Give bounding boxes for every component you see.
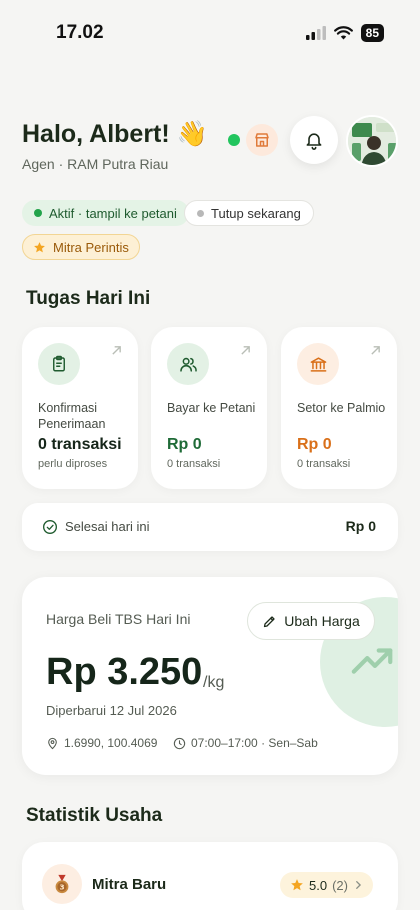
edit-price-label: Ubah Harga [284, 613, 360, 629]
stats-section-title: Statistik Usaha [26, 805, 163, 826]
task-value: Rp 0 [167, 436, 202, 453]
done-today-value: Rp 0 [345, 518, 376, 534]
clipboard-icon [53, 355, 65, 372]
hours-meta: 07:00–17:00 · Sen–Sab [173, 736, 318, 750]
task-subtext: perlu diproses [38, 458, 108, 470]
clock-icon [173, 737, 186, 749]
signal-icon [305, 26, 326, 40]
medal-icon: 3 [55, 874, 69, 894]
star-icon [291, 879, 303, 891]
active-status-label: Aktif · tampil ke petani [49, 205, 177, 221]
tasks-section-title: Tugas Hari Ini [26, 288, 151, 309]
rating-badge[interactable]: 5.0 (2) [280, 872, 373, 898]
agent-subtitle: Agen · RAM Putra Riau [22, 156, 169, 172]
location-coords: 1.6990, 100.4069 [64, 736, 158, 750]
partner-level-label: Mitra Baru [92, 876, 167, 893]
notification-button[interactable] [290, 116, 338, 164]
mitra-badge-label: Mitra Perintis [53, 239, 129, 255]
medal-icon-wrap: 3 [42, 864, 82, 904]
task-value: Rp 0 [297, 436, 332, 453]
task-subtext: 0 transaksi [297, 458, 351, 470]
task-value: 0 transaksi [38, 436, 122, 453]
online-status-dot [228, 134, 240, 146]
done-today-row[interactable]: Selesai hari ini Rp 0 [22, 503, 398, 551]
greeting-title: Halo, Albert! 👋 [22, 120, 208, 148]
task-subtext: 0 transaksi [167, 458, 221, 470]
task-icon-wrap [167, 343, 209, 385]
partner-level-card[interactable]: 3 Mitra Baru 5.0 (2) [22, 842, 398, 910]
wifi-icon [333, 26, 353, 40]
edit-price-button[interactable]: Ubah Harga [247, 602, 375, 640]
location-pin-icon [48, 737, 57, 749]
arrow-up-right-icon [371, 346, 380, 355]
profile-avatar[interactable] [346, 115, 398, 167]
price-updated: Diperbarui 12 Jul 2026 [46, 703, 177, 718]
rating-value: 5.0 [309, 877, 328, 893]
done-today-label: Selesai hari ini [65, 519, 150, 534]
status-time: 17.02 [56, 22, 104, 43]
chevron-right-icon [356, 881, 361, 889]
task-label: Konfirmasi Penerimaan [38, 401, 106, 431]
status-icons: 85 [305, 24, 384, 42]
pencil-icon [264, 615, 275, 627]
bank-icon [310, 356, 326, 372]
active-dot [34, 209, 42, 217]
task-label: Setor ke Palmio [297, 401, 386, 415]
battery-indicator: 85 [360, 24, 384, 42]
task-card-pay-farmer[interactable]: Bayar ke Petani Rp 0 0 transaksi [151, 327, 267, 489]
avatar-image [348, 117, 396, 165]
task-card-confirm[interactable]: Konfirmasi Penerimaan 0 transaksi perlu … [22, 327, 138, 489]
svg-text:3: 3 [59, 883, 64, 892]
shop-button[interactable] [246, 124, 278, 156]
check-circle-icon [43, 520, 57, 534]
arrow-up-right-icon [241, 346, 250, 355]
price-unit: /kg [203, 674, 225, 691]
rating-count: (2) [332, 877, 348, 893]
operating-hours: 07:00–17:00 · Sen–Sab [191, 736, 318, 750]
mitra-badge: Mitra Perintis [22, 234, 140, 260]
trending-up-icon [351, 648, 393, 674]
price-title: Harga Beli TBS Hari Ini [46, 611, 191, 627]
bell-icon [306, 133, 322, 150]
task-icon-wrap [297, 343, 339, 385]
store-icon [255, 133, 269, 147]
users-icon [179, 357, 197, 372]
active-status-chip[interactable]: Aktif · tampil ke petani [22, 200, 189, 226]
task-label: Bayar ke Petani [167, 401, 256, 415]
task-icon-wrap [38, 343, 80, 385]
price-value: Rp 3.250 [46, 651, 203, 693]
close-dot [197, 209, 204, 217]
arrow-up-right-icon [112, 346, 121, 355]
close-now-label: Tutup sekarang [211, 205, 301, 221]
status-bar: 17.02 85 [0, 0, 420, 60]
price-card: Harga Beli TBS Hari Ini Ubah Harga Rp 3.… [22, 577, 398, 775]
task-card-deposit[interactable]: Setor ke Palmio Rp 0 0 transaksi [281, 327, 397, 489]
close-now-button[interactable]: Tutup sekarang [184, 200, 314, 226]
star-icon [34, 241, 45, 252]
location-meta: 1.6990, 100.4069 [46, 736, 157, 750]
